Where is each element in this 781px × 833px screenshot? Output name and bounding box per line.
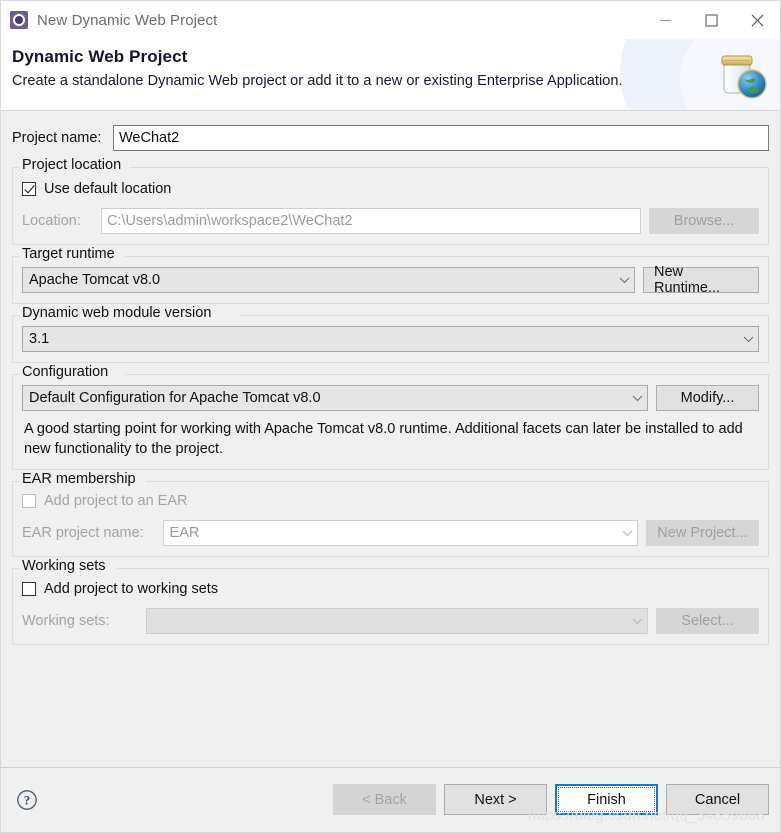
maximize-icon[interactable]	[688, 1, 734, 39]
jar-globe-icon	[714, 49, 770, 103]
working-sets-combo	[146, 608, 648, 634]
title-bar: New Dynamic Web Project	[1, 1, 780, 39]
browse-button: Browse...	[649, 208, 759, 234]
svg-text:?: ?	[24, 793, 31, 808]
back-button: < Back	[333, 784, 436, 815]
window-controls	[642, 1, 780, 39]
module-version-group-title: Dynamic web module version	[19, 305, 216, 321]
add-to-working-sets-checkbox[interactable]	[22, 582, 36, 596]
module-version-value: 3.1	[29, 331, 50, 347]
new-runtime-button[interactable]: New Runtime...	[643, 264, 759, 296]
project-name-label: Project name:	[12, 130, 102, 146]
target-runtime-group: Target runtime Apache Tomcat v8.0 New Ru…	[12, 246, 769, 304]
dialog-footer: ? < Back Next > Finish Cancel	[1, 767, 780, 832]
project-name-row: Project name:	[12, 125, 769, 151]
ear-project-name-combo: EAR	[162, 520, 638, 546]
working-sets-group: Working sets Add project to working sets…	[12, 558, 769, 645]
target-runtime-combo[interactable]: Apache Tomcat v8.0	[22, 267, 635, 293]
next-button[interactable]: Next >	[444, 784, 547, 815]
configuration-group: Configuration Default Configuration for …	[12, 364, 769, 470]
ear-project-name-label: EAR project name:	[22, 525, 144, 541]
configuration-row: Default Configuration for Apache Tomcat …	[22, 385, 759, 411]
working-sets-row: Working sets: Select...	[22, 608, 759, 634]
configuration-combo[interactable]: Default Configuration for Apache Tomcat …	[22, 385, 648, 411]
ear-membership-group-title: EAR membership	[19, 471, 140, 487]
ear-project-name-row: EAR project name: EAR New Project...	[22, 520, 759, 546]
window-title: New Dynamic Web Project	[37, 11, 218, 29]
finish-button[interactable]: Finish	[555, 784, 658, 815]
use-default-location-row[interactable]: Use default location	[22, 181, 759, 197]
footer-buttons: < Back Next > Finish Cancel	[333, 784, 769, 815]
add-project-to-ear-row[interactable]: Add project to an EAR	[22, 493, 759, 509]
chevron-down-icon	[632, 617, 643, 625]
modify-configuration-button[interactable]: Modify...	[656, 385, 759, 411]
project-location-group: Project location Use default location Lo…	[12, 157, 769, 245]
project-name-input[interactable]	[113, 125, 769, 151]
location-row: Location: C:\Users\admin\workspace2\WeCh…	[22, 208, 759, 234]
page-title: Dynamic Web Project	[12, 47, 188, 66]
dialog-body: Project name: Project location Use defau…	[1, 111, 780, 767]
working-sets-label: Working sets:	[22, 613, 110, 629]
new-ear-project-button: New Project...	[645, 520, 759, 546]
ear-project-name-value: EAR	[169, 525, 200, 541]
help-icon[interactable]: ?	[16, 789, 38, 811]
chevron-down-icon	[619, 276, 630, 284]
target-runtime-group-title: Target runtime	[19, 246, 119, 262]
add-to-working-sets-row[interactable]: Add project to working sets	[22, 581, 759, 597]
working-sets-group-title: Working sets	[19, 558, 110, 574]
cancel-button[interactable]: Cancel	[666, 784, 769, 815]
add-project-to-ear-checkbox	[22, 494, 36, 508]
chevron-down-icon	[632, 394, 643, 402]
chevron-down-icon	[743, 335, 754, 343]
page-subtitle: Create a standalone Dynamic Web project …	[12, 73, 623, 89]
location-label: Location:	[22, 213, 81, 229]
configuration-value: Default Configuration for Apache Tomcat …	[29, 390, 321, 406]
module-version-combo[interactable]: 3.1	[22, 326, 759, 352]
module-version-group: Dynamic web module version 3.1	[12, 305, 769, 363]
use-default-location-label: Use default location	[44, 181, 172, 197]
chevron-down-icon	[622, 529, 633, 537]
target-runtime-row: Apache Tomcat v8.0 New Runtime...	[22, 264, 759, 296]
ear-membership-group: EAR membership Add project to an EAR EAR…	[12, 471, 769, 557]
configuration-description: A good starting point for working with A…	[24, 421, 743, 457]
target-runtime-value: Apache Tomcat v8.0	[29, 272, 161, 288]
wizard-banner: Dynamic Web Project Create a standalone …	[1, 39, 780, 111]
minimize-icon[interactable]	[642, 1, 688, 39]
add-project-to-ear-label: Add project to an EAR	[44, 493, 188, 509]
configuration-group-title: Configuration	[19, 364, 113, 380]
eclipse-wizard-icon	[10, 11, 28, 29]
select-working-sets-button: Select...	[656, 608, 759, 634]
project-location-group-title: Project location	[19, 157, 126, 173]
close-icon[interactable]	[734, 1, 780, 39]
location-input: C:\Users\admin\workspace2\WeChat2	[101, 208, 641, 234]
new-dynamic-web-project-dialog: New Dynamic Web Project Dynamic Web Proj…	[0, 0, 781, 833]
use-default-location-checkbox[interactable]	[22, 182, 36, 196]
add-to-working-sets-label: Add project to working sets	[44, 581, 219, 597]
